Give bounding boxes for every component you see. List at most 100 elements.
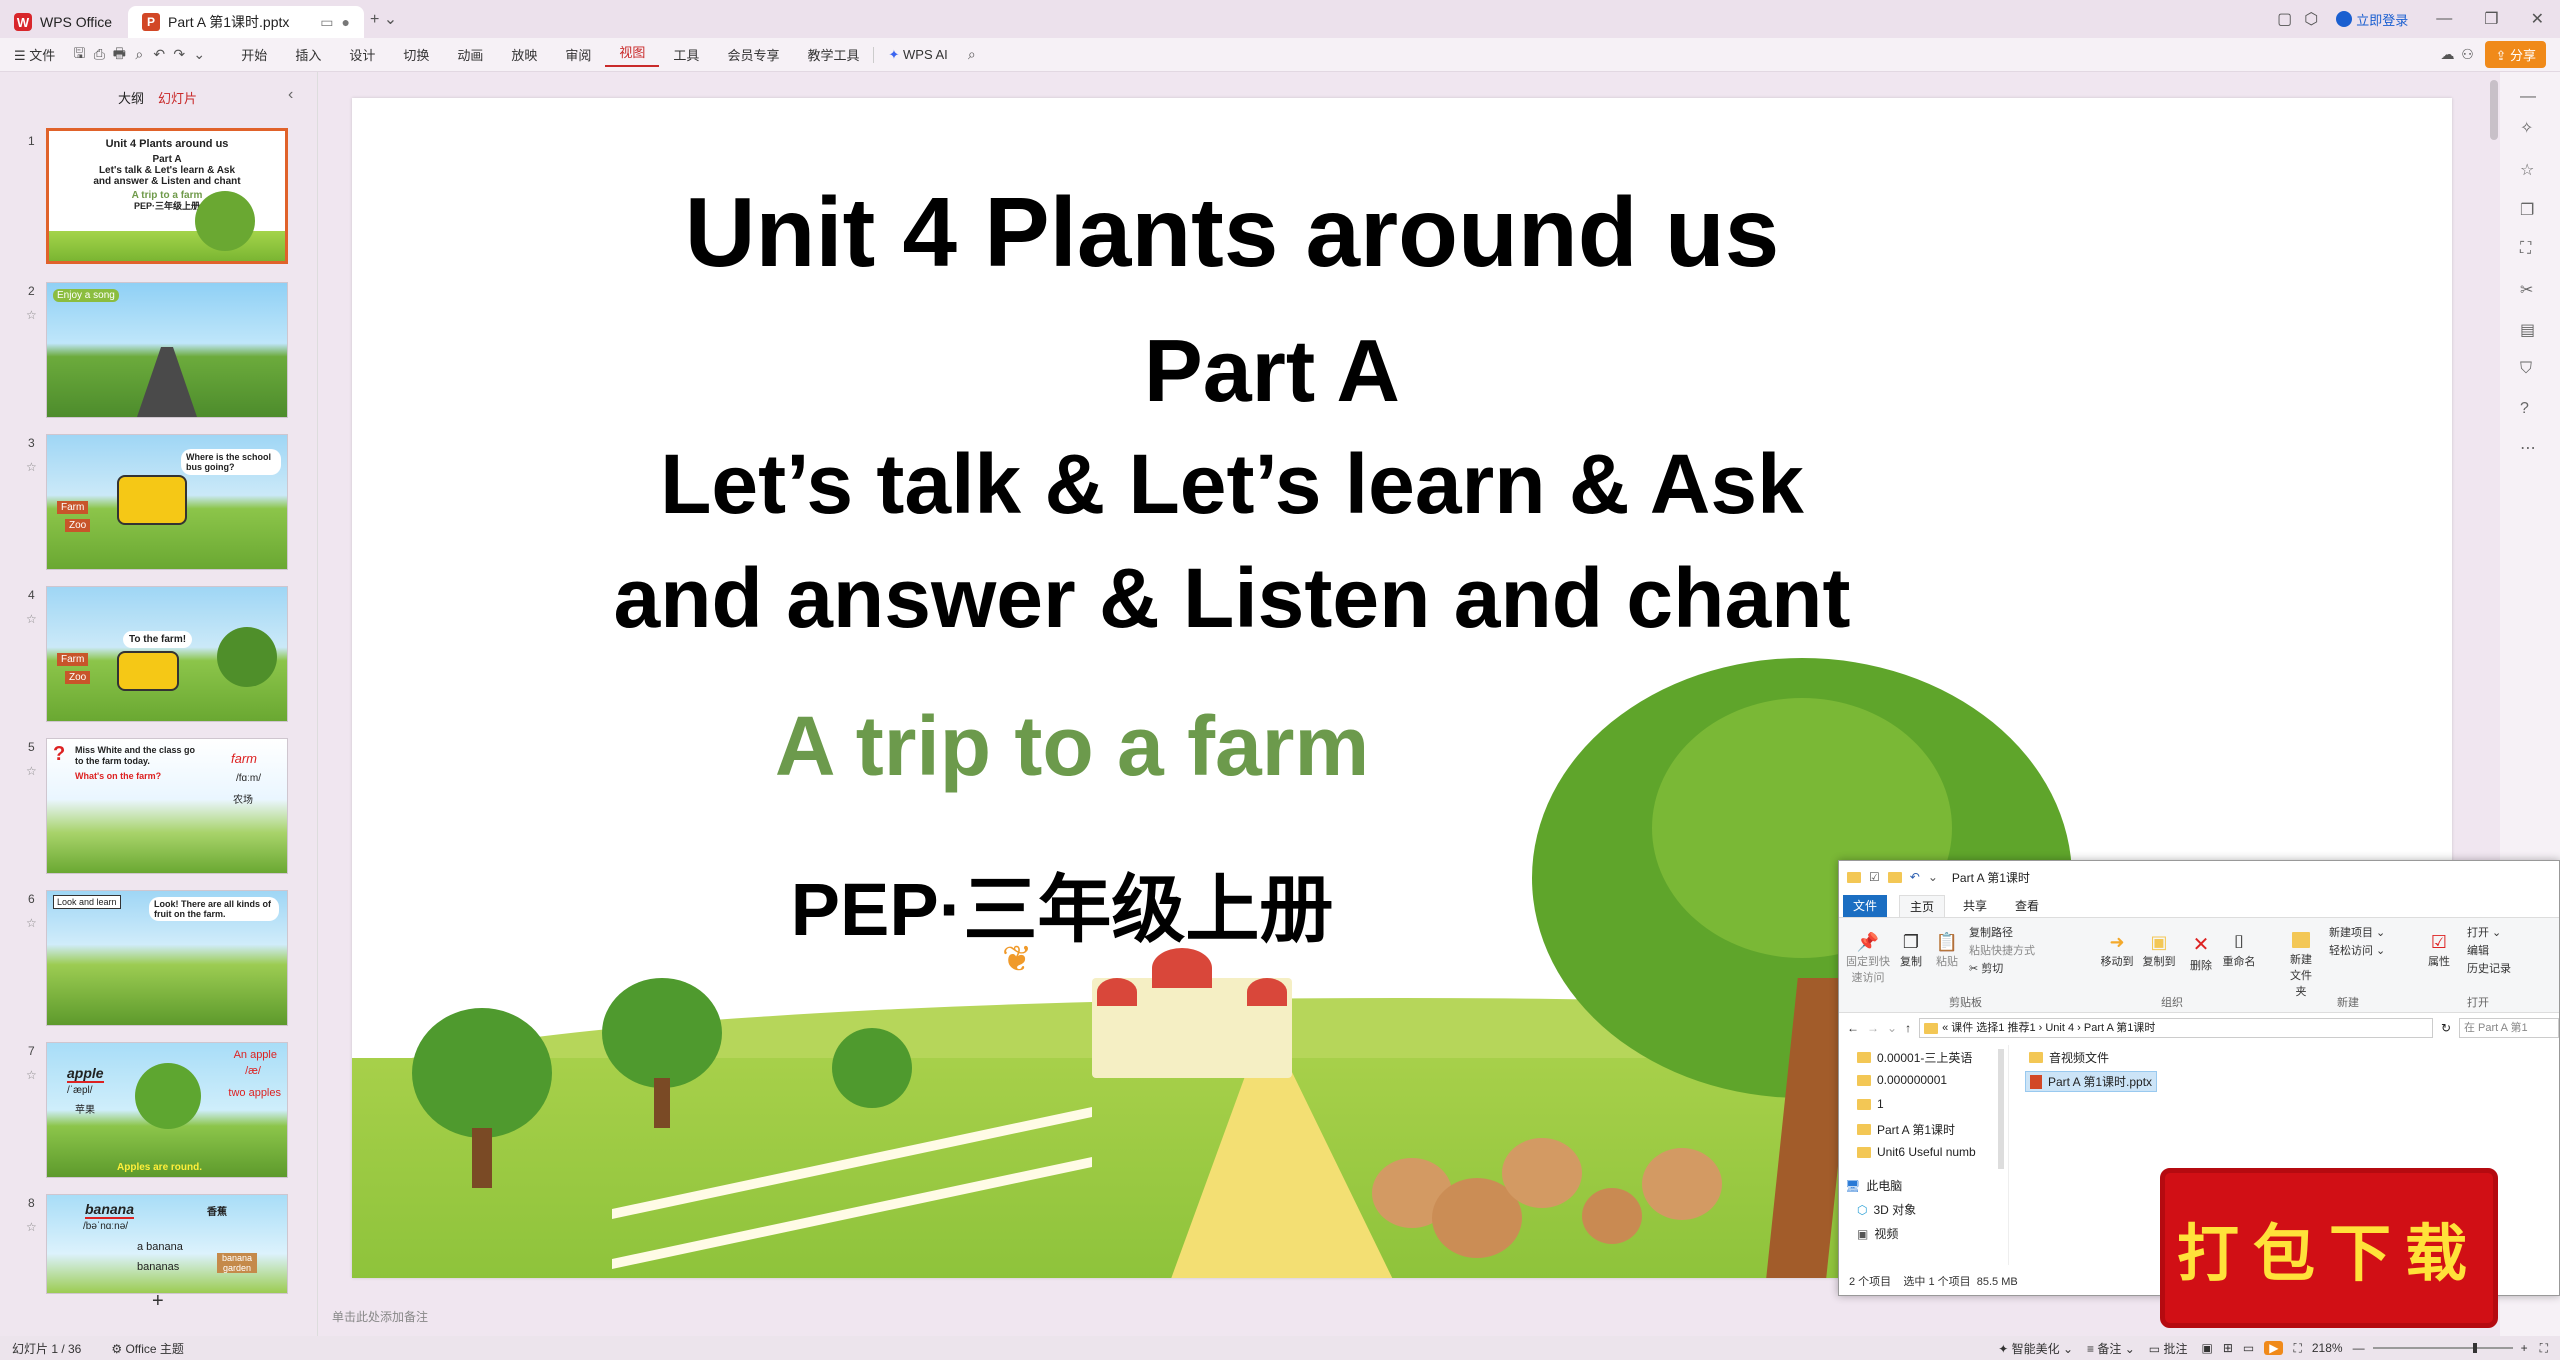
undo-icon[interactable]: ↶ [149,46,169,63]
theme-button[interactable]: ⚙ Office 主题 [111,1340,184,1357]
menu-item-view[interactable]: 视图 [605,42,660,67]
menu-item-teaching[interactable]: 教学工具 [793,45,873,64]
paste-button[interactable]: 📋 粘贴 [1929,932,1965,969]
sorter-view-icon[interactable]: ⊞ [2223,1341,2233,1355]
file-item-selected[interactable]: Part A 第1课时.pptx [2025,1071,2158,1092]
properties-icon[interactable]: ☑ [1869,870,1880,884]
ribbon-tab-file[interactable]: 文件 [1843,895,1888,917]
notes-placeholder[interactable]: 单击此处添加备注 [332,1308,428,1325]
star-icon[interactable]: ☆ [26,916,37,930]
menu-item-review[interactable]: 审阅 [551,45,605,64]
tree-item[interactable]: 0.000000001 [1857,1073,1947,1087]
move-to-button[interactable]: ➜ 移动到 [2097,932,2137,969]
star-icon[interactable]: ☆ [26,308,37,322]
more-icon[interactable]: ⋯ [2520,438,2536,458]
cloud-icon[interactable]: ☁ [2437,46,2457,63]
copy-path-button[interactable]: 复制路径 [1969,924,2013,940]
slide-thumbnail-6[interactable]: Look and learn Look! There are all kinds… [46,890,288,1026]
home-tab[interactable]: W WPS Office [0,6,128,38]
ribbon-tab-home[interactable]: 主页 [1899,895,1946,917]
slide-thumbnail-2[interactable]: Enjoy a song [46,282,288,418]
tree-item[interactable]: Unit6 Useful numb [1857,1145,1976,1159]
rename-button[interactable]: ⌷ 重命名 [2219,932,2259,969]
document-icon[interactable]: ▤ [2520,320,2535,340]
refresh-icon[interactable]: ↻ [2441,1021,2451,1035]
download-pack-banner[interactable]: 打包下载 [2160,1168,2498,1328]
slide-thumbnail-8[interactable]: banana /bəˈnɑːnə/ 香蕉 a banana bananas ba… [46,1194,288,1294]
tools-icon[interactable]: ✂ [2520,280,2533,300]
layers-icon[interactable]: ❐ [2520,200,2534,220]
tree-item[interactable]: 1 [1857,1097,1884,1111]
up-icon[interactable]: ↑ [1905,1021,1911,1035]
new-folder-button[interactable]: 新建文件夹 [2279,932,2323,999]
document-tab[interactable]: P Part A 第1课时.pptx ▭ ● [128,6,364,38]
tree-item[interactable]: 0.00001-三上英语 [1857,1049,1972,1066]
nav-scrollbar[interactable] [1998,1049,2004,1169]
menu-item-transition[interactable]: 切换 [389,45,443,64]
cut-button[interactable]: ✂ 剪切 [1969,960,2003,976]
address-bar[interactable]: « 课件 选择1 推荐1 › Unit 4 › Part A 第1课时 [1919,1018,2433,1038]
minimize-button[interactable]: — [2420,10,2468,28]
vertical-scrollbar[interactable] [2490,80,2498,140]
zoom-in-icon[interactable]: + [2521,1341,2528,1355]
export-icon[interactable]: ⎙ [89,46,109,63]
back-icon[interactable]: ← [1847,1021,1859,1035]
dropdown-icon[interactable]: ⌄ [1928,870,1938,884]
history-button[interactable]: 历史记录 [2467,960,2511,976]
menu-item-member[interactable]: 会员专享 [713,45,793,64]
reading-view-icon[interactable]: ▭ [2243,1341,2254,1355]
file-item[interactable]: 音视频文件 [2029,1049,2109,1066]
login-button[interactable]: 立即登录 [2324,10,2420,29]
share-button[interactable]: ⇪ 分享 [2485,41,2546,68]
star-icon[interactable]: ☆ [26,764,37,778]
delete-button[interactable]: ✕ 删除 [2185,932,2217,973]
cube-icon[interactable]: ⬡ [2298,9,2324,29]
tab-slides[interactable]: 幻灯片 [158,88,197,107]
notes-button[interactable]: ≡ 备注 ⌄ [2087,1340,2135,1357]
magic-icon[interactable]: ✧ [2520,118,2533,138]
window-icon[interactable]: ▭ [320,14,333,31]
normal-view-icon[interactable]: ▣ [2201,1341,2212,1355]
menu-item-insert[interactable]: 插入 [281,45,335,64]
recent-dropdown-icon[interactable]: ⌄ [1887,1021,1897,1035]
shirt-icon[interactable]: ⛉ [2520,360,2532,378]
new-folder-icon[interactable] [1887,871,1902,883]
redo-icon[interactable]: ↷ [169,46,189,63]
new-item-button[interactable]: 新建项目 ⌄ [2329,924,2385,940]
slide-thumbnail-5[interactable]: Miss White and the class go to the farm … [46,738,288,874]
ribbon-tab-share[interactable]: 共享 [1953,895,1997,917]
new-tab-button[interactable]: + ⌄ [364,9,403,29]
slide-thumbnail-3[interactable]: Where is the school bus going? Farm Zoo [46,434,288,570]
print-icon[interactable]: 🖶 [109,43,129,67]
tree-item-this-pc[interactable]: 🖥 此电脑 [1845,1177,1902,1194]
star-icon[interactable]: ☆ [26,460,37,474]
menu-item-design[interactable]: 设计 [335,45,389,64]
close-button[interactable]: ✕ [2515,9,2560,29]
help-icon[interactable]: ? [2520,400,2529,418]
search-icon[interactable]: ⌕ [962,46,982,63]
paste-shortcut-button[interactable]: 粘贴快捷方式 [1969,942,2035,958]
save-icon[interactable]: 🖫 [69,43,89,67]
search-box[interactable]: 在 Part A 第1 [2459,1018,2559,1038]
star-icon[interactable]: ☆ [26,612,37,626]
tree-item[interactable]: Part A 第1课时 [1857,1121,1955,1138]
menu-item-home[interactable]: 开始 [227,45,281,64]
beautify-button[interactable]: ✦ 智能美化 ⌄ [1998,1340,2073,1357]
menu-item-slideshow[interactable]: 放映 [497,45,551,64]
play-button[interactable]: ▶ [2264,1341,2284,1355]
add-slide-button[interactable]: + [152,1290,164,1313]
zoom-out-icon[interactable]: — [2353,1341,2365,1355]
sidebar-toggle-icon[interactable]: ▢ [2271,9,2298,29]
easy-access-button[interactable]: 轻松访问 ⌄ [2329,942,2385,958]
star-icon[interactable]: ☆ [26,1220,37,1234]
zoom-slider-knob[interactable] [2472,1343,2477,1353]
slide-thumbnail-4[interactable]: To the farm! Farm Zoo [46,586,288,722]
properties-button[interactable]: ☑ 属性 [2423,932,2455,969]
slide-thumbnail-1[interactable]: Unit 4 Plants around us Part A Let's tal… [46,128,288,264]
restore-button[interactable]: ❐ [2468,9,2514,29]
copy-button[interactable]: ❐ 复制 [1895,932,1927,969]
open-button[interactable]: 打开 ⌄ [2467,924,2501,940]
fit-icon[interactable]: ⛶ [2293,1341,2301,1356]
tree-item[interactable]: ⬡ 3D 对象 [1857,1201,1916,1218]
zoom-slider[interactable] [2372,1343,2513,1353]
